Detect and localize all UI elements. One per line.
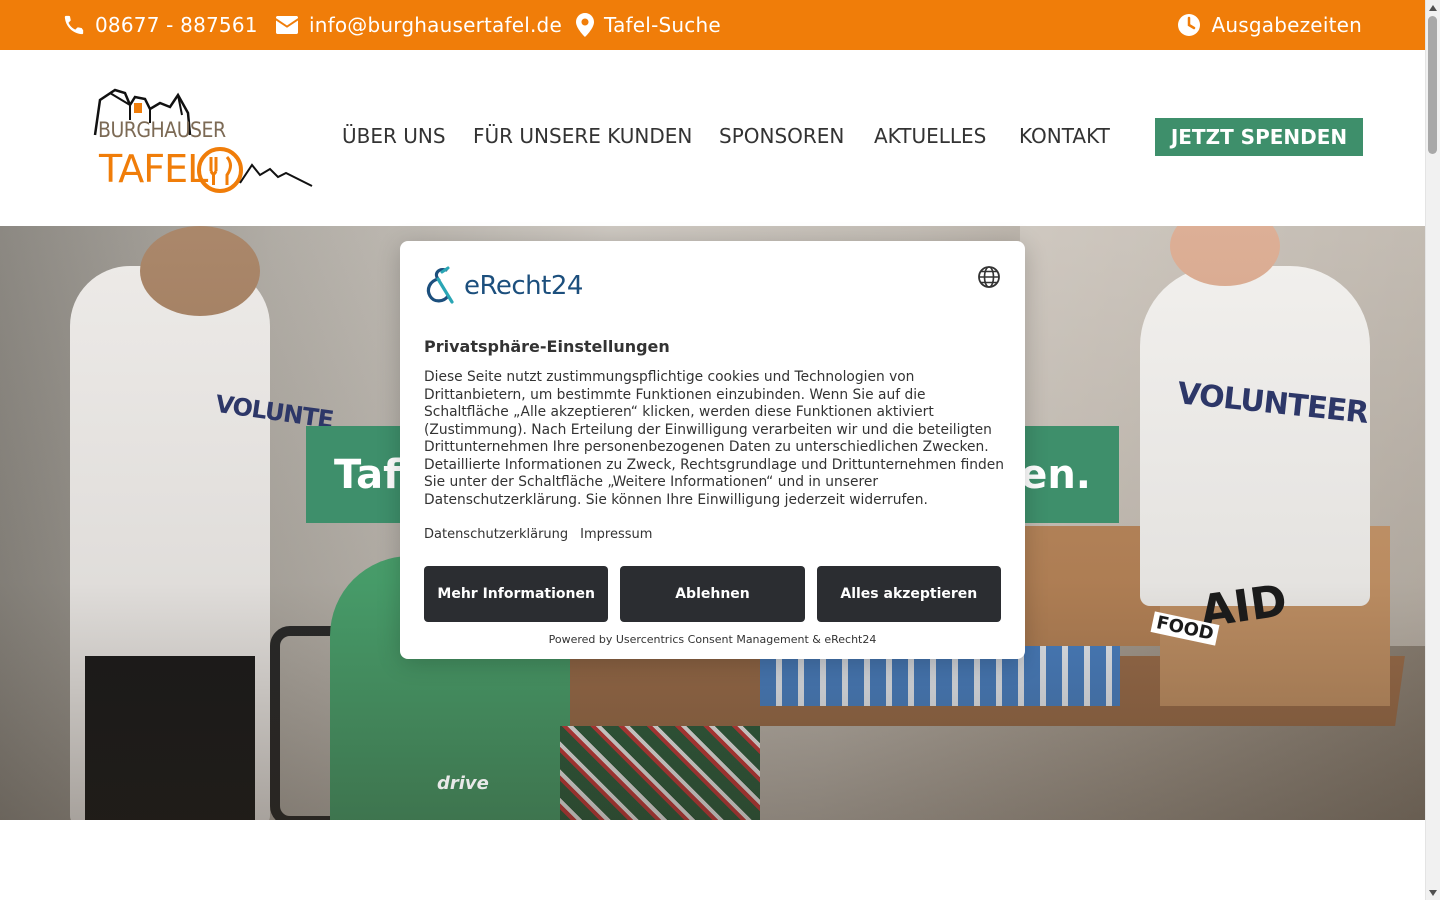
- consent-buttons: Mehr Informationen Ablehnen Alles akzept…: [424, 566, 1001, 622]
- hero-headline-start: Taf: [334, 451, 401, 498]
- language-selector[interactable]: [977, 265, 1001, 289]
- accept-all-button[interactable]: Alles akzeptieren: [816, 566, 1001, 622]
- scroll-down-arrow-icon[interactable]: [1425, 885, 1440, 900]
- opening-hours-link[interactable]: Ausgabezeiten: [1177, 0, 1362, 50]
- consent-links: Datenschutzerklärung Impressum: [424, 527, 652, 542]
- opening-hours-label: Ausgabezeiten: [1211, 13, 1362, 37]
- nav-item-aktuelles[interactable]: AKTUELLES: [874, 118, 986, 154]
- globe-icon: [978, 266, 1000, 288]
- site-logo[interactable]: BURGHAUSER TAFEL: [90, 85, 315, 195]
- consent-description: Diese Seite nutzt zustimmungspflichtige …: [424, 369, 1005, 508]
- nav-item-ueber-uns[interactable]: ÜBER UNS: [342, 118, 446, 154]
- phone-icon: [64, 15, 84, 35]
- clock-icon: [1178, 14, 1201, 36]
- erecht24-logo-icon: [426, 266, 454, 304]
- decline-button[interactable]: Ablehnen: [620, 566, 805, 622]
- cookie-consent-dialog: eRecht24 Privatsphäre-Einstellungen Dies…: [400, 241, 1025, 659]
- logo-text-burghauser: BURGHAUSER: [98, 118, 226, 142]
- phone-link[interactable]: 08677 - 887561: [63, 0, 258, 50]
- powered-by-text: Powered by Usercentrics Consent Manageme…: [548, 633, 877, 646]
- erecht24-brand: eRecht24: [424, 265, 583, 307]
- nav-item-fuer-unsere-kunden[interactable]: FÜR UNSERE KUNDEN: [473, 118, 692, 154]
- tafel-search-label: Tafel-Suche: [604, 13, 721, 37]
- scroll-up-arrow-icon[interactable]: [1425, 0, 1440, 15]
- imprint-link[interactable]: Impressum: [580, 527, 652, 542]
- email-link[interactable]: info@burghausertafel.de: [275, 0, 562, 50]
- phone-number: 08677 - 887561: [95, 13, 258, 37]
- nav-item-sponsoren[interactable]: SPONSOREN: [719, 118, 844, 154]
- logo-text-tafel: TAFEL: [99, 147, 208, 191]
- tafel-search-link[interactable]: Tafel-Suche: [576, 0, 721, 50]
- site-header: BURGHAUSER TAFEL ÜBER UNS FÜR UNSERE KUN…: [0, 50, 1425, 226]
- erecht24-brand-text: eRecht24: [464, 271, 583, 301]
- consent-title: Privatsphäre-Einstellungen: [424, 337, 670, 356]
- envelope-icon: [276, 16, 298, 34]
- hero-wheelchair-text: drive: [437, 773, 489, 794]
- nav-item-kontakt[interactable]: KONTAKT: [1019, 118, 1110, 154]
- donate-button[interactable]: JETZT SPENDEN: [1155, 118, 1363, 156]
- map-marker-icon: [576, 13, 594, 37]
- more-information-button[interactable]: Mehr Informationen: [424, 566, 609, 622]
- top-contact-bar: 08677 - 887561 info@burghausertafel.de T…: [0, 0, 1425, 50]
- email-address: info@burghausertafel.de: [309, 13, 562, 37]
- privacy-policy-link[interactable]: Datenschutzerklärung: [424, 527, 568, 542]
- scrollbar-thumb[interactable]: [1428, 16, 1437, 154]
